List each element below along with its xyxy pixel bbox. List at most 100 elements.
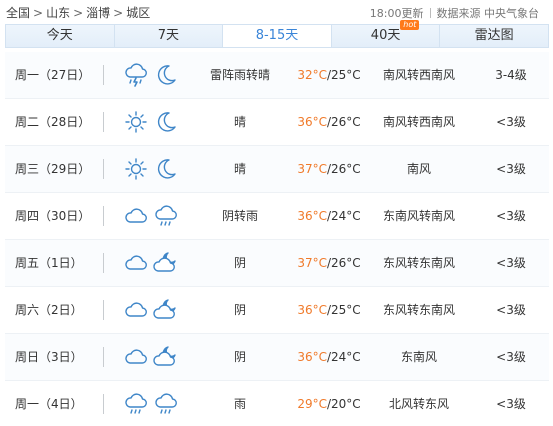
forecast-row: 周六（2日） 阴 36°C/25°C 东风转东南风 <3级 [5,287,549,334]
tab-40-days[interactable]: 40天 hot [332,20,441,47]
low-temperature: /26°C [326,162,361,176]
wind-level: <3级 [496,397,526,411]
wind-direction: 东风转东南风 [382,256,455,270]
update-time: 18:00更新 [369,7,424,20]
temperature: 36°C/25°C [291,287,367,333]
breadcrumb-separator: > [33,6,44,20]
weather-icons [123,240,185,286]
top-bar: 全国 > 山东 > 淄博 > 城区 18:00更新 数据来源 中央气象台 [0,0,553,26]
forecast-day: 周日（3日） [15,350,83,364]
temperature: 36°C/24°C [291,334,367,380]
low-temperature: /24°C [326,350,361,364]
wind-direction: 南风 [406,162,431,176]
forecast-row: 周二（28日） 晴 36°C/26°C 南风转西南风 <3级 [5,99,549,146]
row-divider [103,300,104,320]
forecast-day: 周五（1日） [15,256,83,270]
row-divider [103,253,104,273]
cloudy-icon [123,344,149,370]
row-divider [103,347,104,367]
data-source: 数据来源 中央气象台 [436,7,540,20]
cloud-moon-icon [153,297,179,323]
wind-level: <3级 [496,209,526,223]
temperature: 36°C/24°C [291,193,367,239]
forecast-day: 周一（27日） [15,68,91,82]
weather-icons [123,99,185,145]
forecast-row: 周五（1日） 阴 37°C/26°C 东风转东南风 <3级 [5,240,549,287]
temperature: 32°C/25°C [291,52,367,98]
forecast-row: 周一（27日） 雷阵雨转晴 32°C/25°C 南风转西南风 3-4级 [5,52,549,99]
sun-icon [123,156,149,182]
cloud-rain-icon [123,391,149,417]
tab-label: 7天 [157,28,180,43]
wind-level: <3级 [496,162,526,176]
forecast-row: 周日（3日） 阴 36°C/24°C 东南风 <3级 [5,334,549,381]
cloud-thunder-rain-icon [123,62,149,88]
weather-description: 雨 [233,397,246,411]
high-temperature: 37°C [297,162,327,176]
breadcrumb-separator: > [73,6,84,20]
low-temperature: /26°C [326,115,361,129]
forecast-list: 周一（27日） 雷阵雨转晴 32°C/25°C 南风转西南风 3-4级 周二（28日） 晴 3… [5,52,549,426]
meta-divider [429,8,431,18]
wind-direction: 南风转西南风 [382,68,455,82]
weather-description: 雷阵雨转晴 [209,68,270,82]
forecast-row: 周一（4日） 雨 29°C/20°C 北风转东风 <3级 [5,381,549,426]
hot-badge: hot [400,20,420,30]
tab-8-15-days[interactable]: 8-15天 [223,25,332,47]
low-temperature: /24°C [326,209,361,223]
weather-description: 晴 [233,115,246,129]
high-temperature: 36°C [297,209,327,223]
tab-today[interactable]: 今天 [6,25,115,47]
wind-level: <3级 [496,256,526,270]
cloud-moon-icon [153,250,179,276]
moon-icon [153,156,179,182]
high-temperature: 36°C [297,350,327,364]
breadcrumb-item-city[interactable]: 淄博 [86,6,110,20]
moon-icon [153,109,179,135]
tab-label: 40天 [370,28,401,43]
cloud-rain-icon [153,203,179,229]
breadcrumb-item-province[interactable]: 山东 [46,6,70,20]
forecast-tabs: 今天 7天 8-15天 40天 hot 雷达图 [5,20,549,48]
row-divider [103,112,104,132]
tab-label: 8-15天 [255,28,299,43]
temperature: 37°C/26°C [291,240,367,286]
update-meta: 18:00更新 数据来源 中央气象台 [370,5,539,21]
weather-icons [123,381,185,426]
high-temperature: 36°C [297,115,327,129]
weather-icons [123,334,185,380]
temperature: 36°C/26°C [291,99,367,145]
breadcrumb: 全国 > 山东 > 淄博 > 城区 [6,4,150,21]
high-temperature: 32°C [297,68,327,82]
high-temperature: 36°C [297,303,327,317]
row-divider [103,394,104,414]
forecast-day: 周二（28日） [15,115,91,129]
low-temperature: /26°C [326,256,361,270]
weather-description: 阴 [233,303,246,317]
cloudy-icon [123,297,149,323]
low-temperature: /25°C [326,303,361,317]
weather-description: 阴 [233,256,246,270]
cloudy-icon [123,203,149,229]
wind-direction: 南风转西南风 [382,115,455,129]
cloud-moon-icon [153,344,179,370]
high-temperature: 37°C [297,256,327,270]
forecast-row: 周三（29日） 晴 37°C/26°C 南风 <3级 [5,146,549,193]
tab-7-days[interactable]: 7天 [115,25,224,47]
tab-label: 雷达图 [474,28,514,43]
row-divider [103,159,104,179]
wind-direction: 东南风转南风 [382,209,455,223]
forecast-day: 周一（4日） [15,397,83,411]
cloud-rain-icon [153,391,179,417]
weather-icons [123,193,185,239]
cloudy-icon [123,250,149,276]
forecast-day: 周三（29日） [15,162,91,176]
temperature: 37°C/26°C [291,146,367,192]
weather-icons [123,52,185,98]
breadcrumb-item-country[interactable]: 全国 [6,6,30,20]
row-divider [103,65,104,85]
weather-description: 晴 [233,162,246,176]
tab-radar[interactable]: 雷达图 [440,25,548,47]
high-temperature: 29°C [297,397,327,411]
weather-description: 阴 [233,350,246,364]
